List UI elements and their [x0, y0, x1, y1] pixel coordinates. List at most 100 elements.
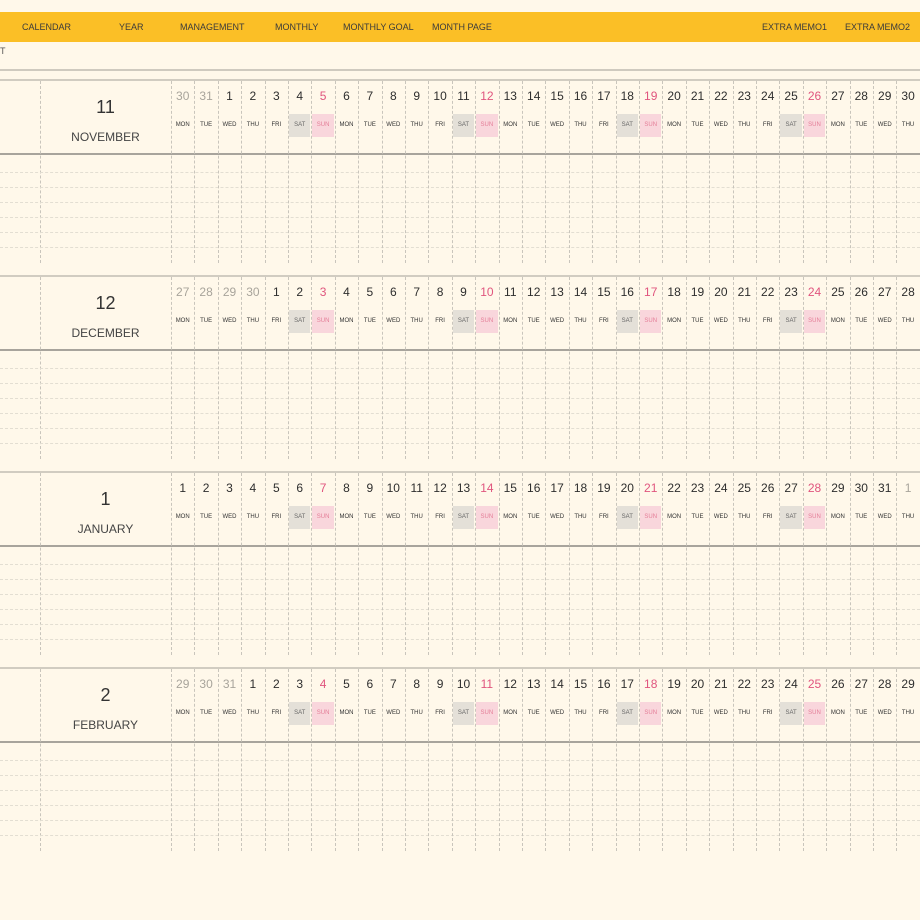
- day-cell[interactable]: 23 TUE: [686, 471, 709, 545]
- day-cell[interactable]: 10 SAT: [452, 667, 475, 741]
- day-cell[interactable]: 16 THU: [569, 79, 592, 153]
- day-cell[interactable]: 18 MON: [662, 275, 685, 349]
- day-cell[interactable]: 8 WED: [382, 79, 405, 153]
- day-cell[interactable]: 8 MON: [335, 471, 358, 545]
- day-cell[interactable]: 17 WED: [545, 471, 568, 545]
- day-cell[interactable]: 9 SAT: [452, 275, 475, 349]
- day-cell[interactable]: 21 TUE: [686, 79, 709, 153]
- day-cell[interactable]: 31 WED: [218, 667, 241, 741]
- day-cell[interactable]: 3 SAT: [288, 667, 311, 741]
- day-cell[interactable]: 1 FRI: [265, 275, 288, 349]
- day-cell[interactable]: 29 THU: [896, 667, 919, 741]
- day-cell[interactable]: 29 MON: [171, 667, 194, 741]
- day-cell[interactable]: 17 SAT: [616, 667, 639, 741]
- day-cell[interactable]: 5 TUE: [358, 275, 381, 349]
- day-cell[interactable]: 21 THU: [733, 275, 756, 349]
- day-cell[interactable]: 9 TUE: [358, 471, 381, 545]
- day-cell[interactable]: 7 THU: [405, 275, 428, 349]
- day-cell[interactable]: 31 TUE: [194, 79, 217, 153]
- day-cell[interactable]: 19 MON: [662, 667, 685, 741]
- day-cell[interactable]: 2 FRI: [265, 667, 288, 741]
- day-cell[interactable]: 6 WED: [382, 275, 405, 349]
- nav-year[interactable]: YEAR: [119, 12, 144, 42]
- day-cell[interactable]: 10 SUN: [475, 275, 498, 349]
- day-cell[interactable]: 26 MON: [826, 667, 849, 741]
- day-cell[interactable]: 30 THU: [241, 275, 264, 349]
- day-cell[interactable]: 9 FRI: [428, 667, 451, 741]
- day-cell[interactable]: 29 WED: [218, 275, 241, 349]
- day-cell[interactable]: 14 TUE: [522, 79, 545, 153]
- day-cell[interactable]: 15 WED: [545, 79, 568, 153]
- day-cell[interactable]: 1 THU: [896, 471, 919, 545]
- day-cell[interactable]: 4 SAT: [288, 79, 311, 153]
- day-cell[interactable]: 28 SUN: [803, 471, 826, 545]
- nav-calendar[interactable]: CALENDAR: [22, 12, 71, 42]
- day-cell[interactable]: 23 THU: [733, 79, 756, 153]
- nav-management[interactable]: MANAGEMENT: [180, 12, 245, 42]
- nav-monthly-goal[interactable]: MONTHLY GOAL: [343, 12, 414, 42]
- day-cell[interactable]: 27 SAT: [779, 471, 802, 545]
- day-cell[interactable]: 2 TUE: [194, 471, 217, 545]
- day-cell[interactable]: 28 THU: [896, 275, 919, 349]
- day-cell[interactable]: 15 MON: [499, 471, 522, 545]
- day-cell[interactable]: 18 SUN: [639, 667, 662, 741]
- day-cell[interactable]: 1 WED: [218, 79, 241, 153]
- day-cell[interactable]: 3 FRI: [265, 79, 288, 153]
- day-cell[interactable]: 1 MON: [171, 471, 194, 545]
- day-cell[interactable]: 14 WED: [545, 667, 568, 741]
- day-cell[interactable]: 26 SUN: [803, 79, 826, 153]
- day-cell[interactable]: 22 MON: [662, 471, 685, 545]
- day-cell[interactable]: 10 WED: [382, 471, 405, 545]
- day-cell[interactable]: 27 TUE: [850, 667, 873, 741]
- day-cell[interactable]: 27 MON: [171, 275, 194, 349]
- day-cell[interactable]: 15 THU: [569, 667, 592, 741]
- day-cell[interactable]: 25 THU: [733, 471, 756, 545]
- day-cell[interactable]: 16 TUE: [522, 471, 545, 545]
- nav-month-page[interactable]: MONTH PAGE: [432, 12, 492, 42]
- day-cell[interactable]: 13 MON: [499, 79, 522, 153]
- day-cell[interactable]: 6 SAT: [288, 471, 311, 545]
- day-cell[interactable]: 7 TUE: [358, 79, 381, 153]
- day-cell[interactable]: 23 SAT: [779, 275, 802, 349]
- day-cell[interactable]: 25 SUN: [803, 667, 826, 741]
- day-cell[interactable]: 9 THU: [405, 79, 428, 153]
- day-cell[interactable]: 22 THU: [733, 667, 756, 741]
- nav-extra-memo1[interactable]: EXTRA MEMO1: [762, 12, 827, 42]
- day-cell[interactable]: 3 SUN: [311, 275, 334, 349]
- day-cell[interactable]: 6 MON: [335, 79, 358, 153]
- day-cell[interactable]: 8 THU: [405, 667, 428, 741]
- day-cell[interactable]: 23 FRI: [756, 667, 779, 741]
- day-cell[interactable]: 5 MON: [335, 667, 358, 741]
- day-cell[interactable]: 7 WED: [382, 667, 405, 741]
- day-cell[interactable]: 15 FRI: [592, 275, 615, 349]
- day-cell[interactable]: 4 MON: [335, 275, 358, 349]
- day-cell[interactable]: 13 TUE: [522, 667, 545, 741]
- day-cell[interactable]: 11 SAT: [452, 79, 475, 153]
- day-cell[interactable]: 1 THU: [241, 667, 264, 741]
- day-cell[interactable]: 22 FRI: [756, 275, 779, 349]
- day-cell[interactable]: 20 TUE: [686, 667, 709, 741]
- day-cell[interactable]: 19 FRI: [592, 471, 615, 545]
- day-cell[interactable]: 13 SAT: [452, 471, 475, 545]
- day-cell[interactable]: 5 FRI: [265, 471, 288, 545]
- day-cell[interactable]: 21 WED: [709, 667, 732, 741]
- day-cell[interactable]: 16 FRI: [592, 667, 615, 741]
- day-cell[interactable]: 28 TUE: [194, 275, 217, 349]
- day-cell[interactable]: 30 TUE: [850, 471, 873, 545]
- day-cell[interactable]: 24 WED: [709, 471, 732, 545]
- day-cell[interactable]: 26 TUE: [850, 275, 873, 349]
- day-cell[interactable]: 29 MON: [826, 471, 849, 545]
- day-cell[interactable]: 30 MON: [171, 79, 194, 153]
- day-cell[interactable]: 3 WED: [218, 471, 241, 545]
- day-cell[interactable]: 11 SUN: [475, 667, 498, 741]
- day-cell[interactable]: 5 SUN: [311, 79, 334, 153]
- day-cell[interactable]: 16 SAT: [616, 275, 639, 349]
- day-cell[interactable]: 11 THU: [405, 471, 428, 545]
- day-cell[interactable]: 20 WED: [709, 275, 732, 349]
- day-cell[interactable]: 17 SUN: [639, 275, 662, 349]
- day-cell[interactable]: 20 SAT: [616, 471, 639, 545]
- day-cell[interactable]: 28 TUE: [850, 79, 873, 153]
- day-cell[interactable]: 8 FRI: [428, 275, 451, 349]
- day-cell[interactable]: 11 MON: [499, 275, 522, 349]
- day-cell[interactable]: 10 FRI: [428, 79, 451, 153]
